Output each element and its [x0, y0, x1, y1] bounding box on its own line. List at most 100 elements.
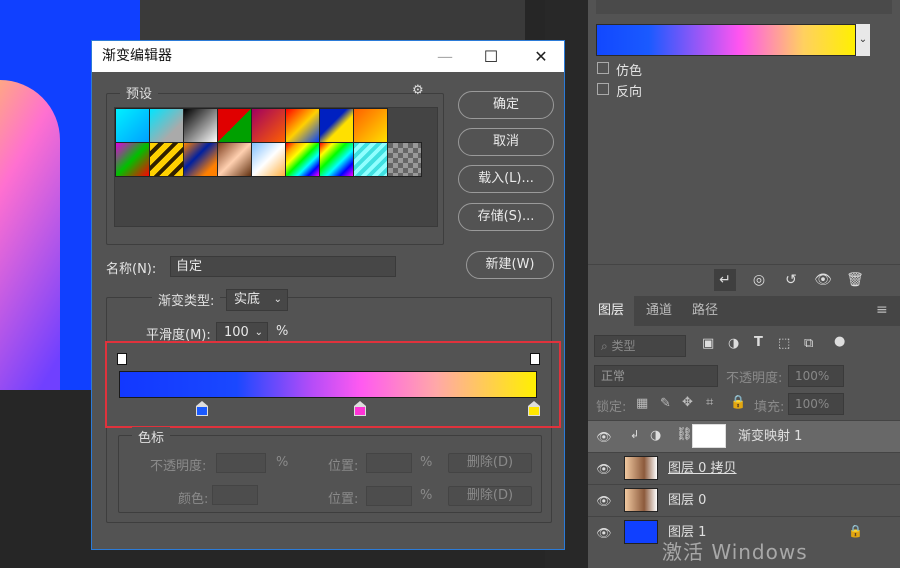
view-previous-state-icon[interactable]: ◎	[748, 269, 770, 291]
filter-kind-select[interactable]: ⌕ 类型	[594, 335, 686, 357]
fill-label: 填充:	[754, 400, 785, 415]
filter-kind-label: 类型	[611, 339, 636, 353]
stops-label: 色标	[132, 427, 171, 446]
lock-label: 锁定:	[596, 400, 627, 415]
dialog-titlebar[interactable]: 渐变编辑器 — ☐ ✕	[92, 41, 564, 72]
preset-swatch[interactable]	[319, 142, 354, 177]
preset-swatch[interactable]	[387, 142, 422, 177]
name-input[interactable]: 自定	[170, 256, 396, 277]
smoothness-input[interactable]: 100 ⌄	[216, 322, 268, 343]
layer-row-layer0[interactable]: 👁 图层 0	[588, 484, 900, 516]
lock-artboard-icon[interactable]: ⌗	[706, 395, 713, 410]
visibility-eye-icon[interactable]: 👁	[596, 461, 612, 477]
properties-panel-header	[596, 0, 892, 14]
color-label: 颜色:	[178, 492, 209, 507]
tab-channels[interactable]: 通道	[636, 296, 682, 326]
activate-windows-watermark: 激活 Windows	[662, 540, 808, 564]
delete-color-stop-button[interactable]: 删除(D)	[448, 486, 532, 506]
visibility-eye-icon[interactable]: 👁	[596, 493, 612, 509]
lock-move-icon[interactable]: ✥	[682, 395, 693, 410]
chevron-down-icon: ⌄	[273, 294, 282, 305]
layer-mask-thumb[interactable]	[692, 424, 726, 448]
reverse-checkbox[interactable]	[597, 83, 609, 95]
delete-opacity-stop-button[interactable]: 删除(D)	[448, 453, 532, 473]
filter-smartobject-icon[interactable]: ⧉	[804, 336, 813, 351]
location-label: 位置:	[328, 459, 359, 474]
dither-label: 仿色	[616, 64, 643, 79]
visibility-eye-icon[interactable]: 👁	[596, 429, 612, 445]
lock-transparent-icon[interactable]: ▦	[636, 396, 648, 411]
tab-paths[interactable]: 路径	[682, 296, 728, 326]
filter-shape-icon[interactable]: ⬚	[778, 336, 790, 351]
opacity-input[interactable]: 100%	[788, 365, 844, 387]
reverse-label: 反向	[616, 85, 643, 100]
presets-gear-icon[interactable]: ⚙	[412, 83, 424, 98]
layer-thumbnail	[624, 488, 658, 512]
maximize-icon[interactable]: ☐	[468, 41, 514, 72]
smoothness-value: 100	[224, 325, 249, 340]
chevron-down-icon: ⌄	[254, 327, 263, 338]
image-figure	[0, 80, 60, 390]
fill-input[interactable]: 100%	[788, 393, 844, 415]
preset-swatch[interactable]	[115, 108, 150, 143]
blend-row: 正常 不透明度: 100%	[588, 362, 900, 390]
lock-brush-icon[interactable]: ✎	[660, 396, 671, 411]
layer-thumbnail	[624, 456, 658, 480]
preset-swatch[interactable]	[251, 108, 286, 143]
preset-swatch[interactable]	[251, 142, 286, 177]
reset-icon[interactable]: ↺	[780, 269, 802, 291]
trash-icon[interactable]: 🗑	[844, 269, 866, 291]
panel-menu-icon[interactable]: ≡	[876, 302, 888, 318]
blend-mode-select[interactable]: 正常	[594, 365, 718, 387]
dither-checkbox[interactable]	[597, 62, 609, 74]
preset-swatch[interactable]	[285, 142, 320, 177]
filter-pixel-icon[interactable]: ▣	[702, 336, 714, 351]
color-location-input[interactable]	[366, 486, 412, 506]
filter-type-icon[interactable]: T	[754, 335, 763, 350]
new-button[interactable]: 新建(W)	[466, 251, 554, 279]
preset-swatch[interactable]	[149, 142, 184, 177]
gradient-type-select[interactable]: 实底 ⌄	[226, 289, 288, 311]
tab-layers[interactable]: 图层	[588, 296, 635, 326]
preset-swatch[interactable]	[217, 142, 252, 177]
preset-swatch[interactable]	[183, 142, 218, 177]
minimize-icon[interactable]: —	[422, 41, 468, 72]
smoothness-percent: %	[276, 324, 289, 339]
lock-all-icon[interactable]: 🔒	[730, 395, 746, 410]
gradient-map-preview[interactable]	[596, 24, 856, 56]
preset-swatch[interactable]	[319, 108, 354, 143]
save-button[interactable]: 存储(S)...	[458, 203, 554, 231]
cancel-button[interactable]: 取消	[458, 128, 554, 156]
filter-adjustment-icon[interactable]: ◑	[728, 336, 739, 351]
layer-filter-row: ⌕ 类型 ▣ ◑ T ⬚ ⧉ ●	[588, 328, 900, 362]
preset-swatch[interactable]	[217, 108, 252, 143]
preset-swatch[interactable]	[149, 108, 184, 143]
layer-row-layer0-copy[interactable]: 👁 图层 0 拷贝	[588, 452, 900, 484]
preset-swatch[interactable]	[285, 108, 320, 143]
layer-name: 渐变映射 1	[738, 429, 803, 444]
visibility-eye-icon[interactable]: 👁	[812, 269, 834, 291]
load-button[interactable]: 载入(L)...	[458, 165, 554, 193]
gradient-type-value: 实底	[234, 292, 261, 307]
stop-opacity-input[interactable]	[216, 453, 266, 473]
link-chain-icon[interactable]: ⛓	[676, 427, 693, 442]
preset-swatch[interactable]	[115, 142, 150, 177]
layer-row-gradient-map[interactable]: 👁 ↲ ◑ ⛓ 渐变映射 1	[588, 420, 900, 452]
ok-button[interactable]: 确定	[458, 91, 554, 119]
name-label: 名称(N):	[106, 262, 157, 277]
preset-swatch[interactable]	[353, 108, 388, 143]
location-label: 位置:	[328, 492, 359, 507]
close-icon[interactable]: ✕	[518, 41, 564, 72]
preset-swatch[interactable]	[183, 108, 218, 143]
preset-swatch[interactable]	[353, 142, 388, 177]
location-percent: %	[420, 488, 433, 503]
layer-name: 图层 0 拷贝	[668, 461, 737, 476]
delete-label: 删除(D)	[466, 455, 514, 470]
clip-to-layer-icon[interactable]: ↵	[714, 269, 736, 291]
stop-color-swatch[interactable]	[212, 485, 258, 505]
opacity-location-input[interactable]	[366, 453, 412, 473]
visibility-eye-icon[interactable]: 👁	[596, 525, 612, 541]
filter-toggle-icon[interactable]: ●	[834, 334, 845, 349]
gradient-editor-dialog: 渐变编辑器 — ☐ ✕ 预设 ⚙ 确定 取消 载入(L)... 存储(S)...…	[91, 40, 565, 550]
gradient-dropdown-chevron-icon[interactable]: ⌄	[856, 24, 870, 56]
